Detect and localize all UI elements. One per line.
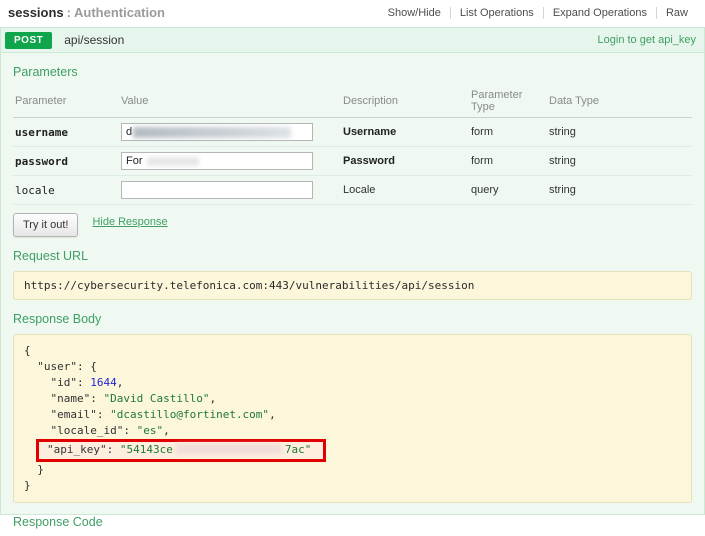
- param-value-cell: [121, 181, 343, 199]
- parameters-table-header: Parameter Value Description Parameter Ty…: [13, 87, 692, 118]
- endpoint-header[interactable]: POST api/session Login to get api_key: [0, 27, 705, 53]
- code-line: "email": "dcastillo@fortinet.com",: [24, 407, 681, 423]
- param-type: query: [471, 184, 549, 196]
- resource-description: Authentication: [74, 5, 165, 20]
- code-line: "locale_id": "es",: [24, 423, 681, 439]
- param-data-type: string: [549, 155, 692, 167]
- param-type: form: [471, 155, 549, 167]
- page-title: sessions:Authentication: [8, 5, 165, 20]
- swagger-page: { "page": { "title_main": "sessions", "t…: [0, 0, 705, 536]
- param-value-cell: [121, 123, 343, 141]
- param-row-password: password Password form string: [13, 147, 692, 176]
- col-parameter: Parameter: [15, 95, 121, 107]
- param-description: Password: [343, 155, 471, 167]
- code-line: }: [24, 462, 681, 478]
- param-name: username: [15, 126, 121, 139]
- code-line: "user": {: [24, 359, 681, 375]
- list-operations-link[interactable]: List Operations: [450, 7, 543, 19]
- response-body-heading: Response Body: [13, 312, 694, 326]
- request-url-value: https://cybersecurity.telefonica.com:443…: [13, 271, 692, 300]
- resource-header: sessions:Authentication Show/Hide List O…: [0, 0, 705, 20]
- locale-input-wrap: [121, 181, 313, 199]
- response-body-value: { "user": { "id": 1644, "name": "David C…: [13, 334, 692, 503]
- code-line: {: [24, 343, 681, 359]
- code-line: }: [24, 478, 681, 494]
- http-method-badge: POST: [5, 32, 52, 49]
- api-key-highlighted-line: "api_key": "54143ce7ac": [36, 439, 326, 462]
- parameters-table: Parameter Value Description Parameter Ty…: [13, 87, 692, 205]
- redacted-api-key-segment: [176, 444, 282, 454]
- locale-input[interactable]: [121, 181, 313, 199]
- raw-link[interactable]: Raw: [656, 7, 697, 19]
- param-data-type: string: [549, 184, 692, 196]
- response-code-heading: Response Code: [13, 515, 694, 529]
- show-hide-link[interactable]: Show/Hide: [379, 7, 450, 19]
- username-input[interactable]: [121, 123, 313, 141]
- code-line: "name": "David Castillo",: [24, 391, 681, 407]
- resource-actions: Show/Hide List Operations Expand Operati…: [379, 7, 697, 19]
- password-input[interactable]: [121, 152, 313, 170]
- param-type: form: [471, 126, 549, 138]
- hide-response-link[interactable]: Hide Response: [92, 216, 167, 228]
- param-row-username: username Username form string: [13, 118, 692, 147]
- param-description: Username: [343, 126, 471, 138]
- endpoint-left: POST api/session: [5, 32, 124, 49]
- try-it-out-button[interactable]: Try it out!: [13, 213, 78, 237]
- code-line: "id": 1644,: [24, 375, 681, 391]
- password-input-wrap: [121, 152, 313, 170]
- title-separator: :: [67, 5, 71, 20]
- param-value-cell: [121, 152, 343, 170]
- login-api-key-link[interactable]: Login to get api_key: [598, 34, 696, 46]
- resource-name: sessions: [8, 5, 64, 20]
- col-data-type: Data Type: [549, 95, 692, 107]
- col-value: Value: [121, 95, 343, 107]
- param-row-locale: locale Locale query string: [13, 176, 692, 205]
- request-url-heading: Request URL: [13, 249, 694, 263]
- username-input-wrap: [121, 123, 313, 141]
- col-description: Description: [343, 95, 471, 107]
- param-description: Locale: [343, 184, 471, 196]
- endpoint-path[interactable]: api/session: [64, 33, 124, 47]
- parameters-heading: Parameters: [13, 65, 694, 79]
- param-name: password: [15, 155, 121, 168]
- actions-row: Try it out! Hide Response: [13, 213, 694, 237]
- col-parameter-type: Parameter Type: [471, 89, 549, 113]
- expand-operations-link[interactable]: Expand Operations: [543, 7, 656, 19]
- param-data-type: string: [549, 126, 692, 138]
- operation-content: Parameters Parameter Value Description P…: [0, 53, 705, 515]
- param-name: locale: [15, 184, 121, 197]
